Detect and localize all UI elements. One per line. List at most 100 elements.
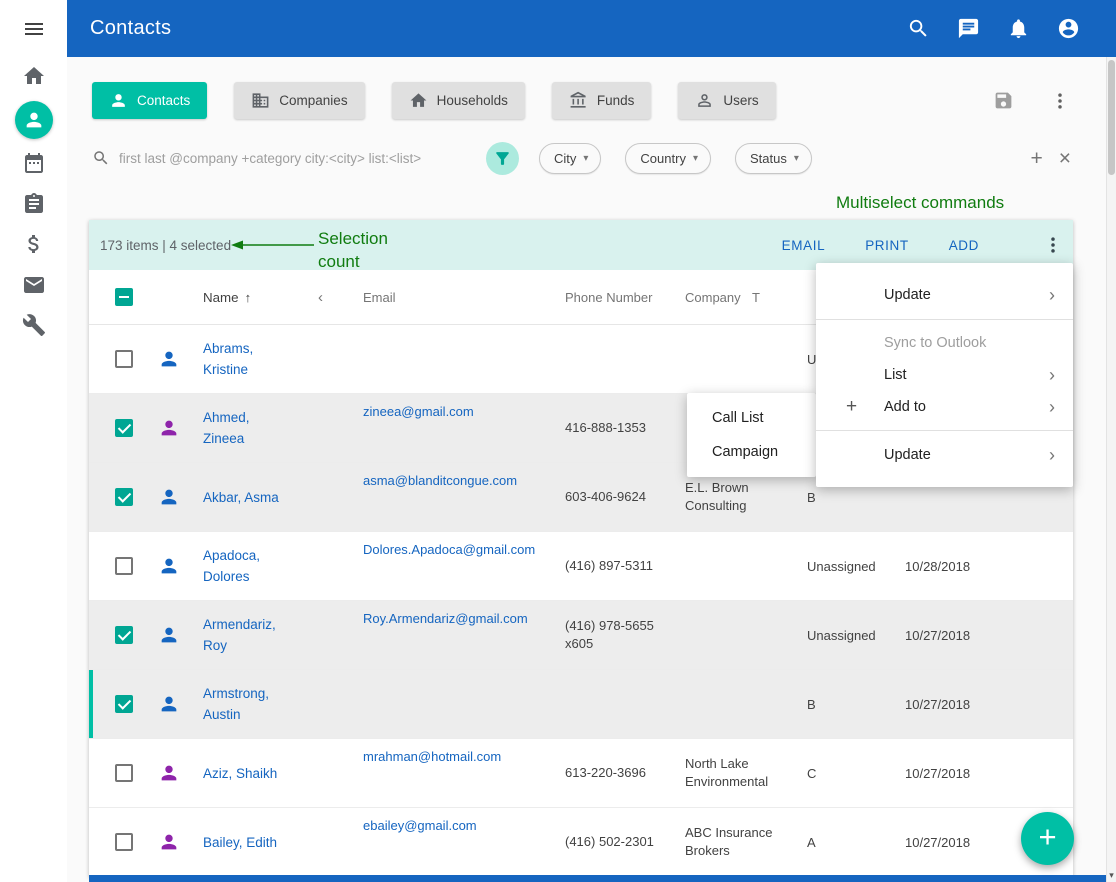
email-button[interactable]: EMAIL [782,238,826,253]
menu-item-update[interactable]: Update › [816,271,1073,319]
tab-funds[interactable]: Funds [552,82,652,119]
column-header-name[interactable]: Name ↑ [203,290,251,305]
contact-tag: A [807,835,905,850]
menu-group: Sync to Outlook List › + Add to › [816,320,1073,430]
selection-status: 173 items | 4 selected [100,238,231,253]
row-checkbox[interactable] [115,626,133,644]
scroll-down-icon[interactable]: ▾ [1107,869,1116,882]
table-row[interactable]: Bailey, Edith ebailey@gmail.com (416) 50… [89,808,1073,877]
topbar-icons [907,17,1080,40]
table-row[interactable]: Armstrong, Austin B 10/27/2018 [89,670,1073,739]
add-contact-fab[interactable]: + [1021,812,1074,865]
row-checkbox[interactable] [115,350,133,368]
contact-name-link[interactable]: Ahmed, Zineea [203,407,289,449]
contact-name-link[interactable]: Abrams, Kristine [203,338,289,380]
chip-country[interactable]: Country ▾ [625,143,711,174]
contact-date: 10/27/2018 [905,697,1015,712]
page-title: Contacts [90,17,171,40]
chip-label: City [554,151,576,166]
contact-phone: 416-888-1353 [565,419,685,437]
tab-users[interactable]: Users [678,82,775,119]
contact-phone [565,352,685,367]
chip-city[interactable]: City ▾ [539,143,601,174]
contact-name-link[interactable]: Armendariz, Roy [203,614,289,656]
filter-icon[interactable] [486,142,519,175]
chip-status[interactable]: Status ▾ [735,143,812,174]
sidebar-item-mail-icon[interactable] [21,272,47,298]
view-actions [993,90,1070,111]
contact-email: Roy.Armendariz@gmail.com [363,611,565,626]
collapse-column-icon[interactable]: ‹ [318,289,323,306]
contact-name-link[interactable]: Apadoca, Dolores [203,545,289,587]
clear-search-icon[interactable]: × [1059,148,1071,169]
column-header-email[interactable]: Email [363,290,396,305]
annotation-line: Selection [318,227,388,250]
menu-item-label: Sync to Outlook [884,335,986,351]
row-checkbox[interactable] [115,488,133,506]
add-to-submenu: Call List Campaign [687,393,816,477]
contact-avatar-icon [158,417,180,439]
tab-companies[interactable]: Companies [234,82,364,119]
tab-households[interactable]: Households [392,82,525,119]
tab-contacts[interactable]: Contacts [92,82,207,119]
tab-label: Users [723,93,758,108]
selection-arrow [228,238,316,252]
tab-label: Households [437,93,508,108]
submenu-item-call-list[interactable]: Call List [687,401,816,435]
table-row[interactable]: Aziz, Shaikh mrahman@hotmail.com 613-220… [89,739,1073,808]
search-input[interactable] [119,151,474,166]
account-icon[interactable] [1057,17,1080,40]
sidebar-item-contacts-icon[interactable] [15,101,53,139]
print-button[interactable]: PRINT [865,238,909,253]
row-checkbox[interactable] [115,833,133,851]
contact-tag: B [807,490,905,505]
sidebar-item-money-icon[interactable] [21,231,47,257]
contact-phone [565,697,685,712]
notifications-icon[interactable] [1007,17,1030,40]
select-all-checkbox[interactable] [115,288,133,306]
person-icon [109,91,128,110]
contact-name-link[interactable]: Armstrong, Austin [203,683,289,725]
add-button[interactable]: ADD [949,238,979,253]
sidebar-item-tools-icon[interactable] [21,312,47,338]
save-view-icon[interactable] [993,90,1014,111]
contact-name-link[interactable]: Bailey, Edith [203,832,277,853]
home-icon [409,91,428,110]
sidebar-item-home-icon[interactable] [21,63,47,89]
contact-name-link[interactable]: Akbar, Asma [203,487,279,508]
hamburger-menu-icon[interactable] [21,16,47,42]
column-header-phone[interactable]: Phone Number [565,290,652,305]
table-row[interactable]: Armendariz, Roy Roy.Armendariz@gmail.com… [89,601,1073,670]
menu-item-add-to[interactable]: + Add to › [816,391,1073,423]
scrollbar-thumb[interactable] [1108,60,1115,175]
person-outline-icon [695,91,714,110]
contact-name-link[interactable]: Aziz, Shaikh [203,763,277,784]
annotation-multiselect-commands: Multiselect commands [836,193,1004,213]
vertical-scrollbar[interactable]: ▾ [1106,57,1116,882]
add-filter-icon[interactable]: + [1030,148,1042,169]
menu-item-update-bottom[interactable]: Update › [816,431,1073,479]
chevron-right-icon: › [1049,398,1055,416]
multiselect-more-icon[interactable] [1043,235,1063,255]
table-row[interactable]: Apadoca, Dolores Dolores.Apadoca@gmail.c… [89,532,1073,601]
column-header-company[interactable]: Company [685,290,741,305]
tab-label: Funds [597,93,635,108]
view-more-icon[interactable] [1050,91,1070,111]
menu-item-list[interactable]: List › [816,359,1073,391]
row-checkbox[interactable] [115,419,133,437]
chip-label: Status [750,151,787,166]
row-checkbox[interactable] [115,695,133,713]
chat-icon[interactable] [957,17,980,40]
row-checkbox[interactable] [115,764,133,782]
sidebar-item-calendar-icon[interactable] [21,150,47,176]
contact-company [685,628,807,643]
contact-phone: (416) 897-5311 [565,557,685,575]
contact-avatar-icon [158,693,180,715]
contact-avatar-icon [158,624,180,646]
submenu-item-campaign[interactable]: Campaign [687,435,816,469]
contact-avatar-icon [158,486,180,508]
search-icon[interactable] [907,17,930,40]
sidebar-item-tasks-icon[interactable] [21,191,47,217]
topbar: Contacts [67,0,1116,57]
row-checkbox[interactable] [115,557,133,575]
